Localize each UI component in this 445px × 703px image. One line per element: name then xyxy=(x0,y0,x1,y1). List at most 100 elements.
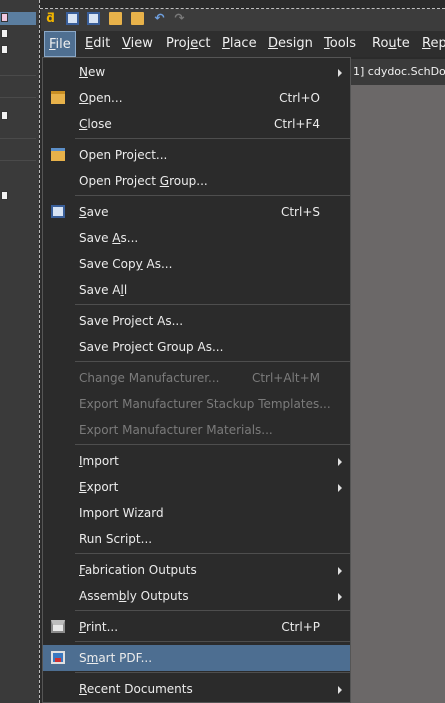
menu-item-print[interactable]: Print... Ctrl+P xyxy=(43,614,350,640)
menu-separator xyxy=(75,361,350,362)
menu-item-import[interactable]: Import xyxy=(43,448,350,474)
selection-outline-vertical xyxy=(39,0,41,703)
menu-design[interactable]: Design xyxy=(268,31,313,57)
menu-project[interactable]: Project xyxy=(166,31,211,57)
menu-tools[interactable]: Tools xyxy=(324,31,356,57)
menu-item-recent-documents[interactable]: Recent Documents xyxy=(43,676,350,702)
menu-item-change-manufacturer: Change Manufacturer... Ctrl+Alt+M xyxy=(43,365,350,391)
menu-item-new[interactable]: New xyxy=(43,59,350,85)
menu-item-label: Export Manufacturer Materials... xyxy=(79,423,273,437)
menu-item-export-manufacturer-materials: Export Manufacturer Materials... xyxy=(43,417,350,443)
menu-file[interactable]: File xyxy=(44,31,76,57)
shortcut-label: Ctrl+F4 xyxy=(274,117,320,131)
open-project-icon[interactable] xyxy=(131,12,144,25)
menu-item-label: Import xyxy=(79,454,119,468)
menu-separator xyxy=(75,304,350,305)
menu-item-label: Save Project Group As... xyxy=(79,340,224,354)
document-icon xyxy=(1,191,8,200)
panel-row[interactable] xyxy=(0,110,36,123)
redo-icon[interactable]: ↷ xyxy=(173,12,186,25)
menu-item-save-all[interactable]: Save All xyxy=(43,277,350,303)
menu-item-label: Open Project... xyxy=(79,148,168,162)
save-all-icon[interactable] xyxy=(87,12,100,25)
document-icon xyxy=(1,45,8,54)
menu-item-label: Close xyxy=(79,117,112,131)
document-icon xyxy=(1,111,8,120)
menu-item-label: Save All xyxy=(79,283,128,297)
panel-row[interactable] xyxy=(0,190,36,203)
projects-panel xyxy=(0,0,39,703)
menu-item-open-project[interactable]: Open Project... xyxy=(43,142,350,168)
smart-pdf-icon xyxy=(51,651,65,664)
menu-item-label: Save Project As... xyxy=(79,314,184,328)
menu-item-run-script[interactable]: Run Script... xyxy=(43,526,350,552)
shortcut-label: Ctrl+S xyxy=(280,205,320,219)
menu-rep[interactable]: Rep xyxy=(422,31,445,57)
menu-separator xyxy=(75,641,350,642)
panel-divider xyxy=(0,97,36,98)
logo-icon[interactable]: ƌ xyxy=(44,12,57,25)
menu-item-label: Run Script... xyxy=(79,532,153,546)
panel-row[interactable] xyxy=(0,28,36,41)
menu-item-export-manufacturer-stackup-templates: Export Manufacturer Stackup Templates... xyxy=(43,391,350,417)
save-icon[interactable] xyxy=(66,12,79,25)
save-icon xyxy=(51,205,65,218)
submenu-arrow-icon xyxy=(338,458,342,466)
submenu-arrow-icon xyxy=(338,567,342,575)
print-icon xyxy=(51,620,65,633)
menu-item-save-project-as[interactable]: Save Project As... xyxy=(43,308,350,334)
menu-separator xyxy=(75,672,350,673)
menu-item-export[interactable]: Export xyxy=(43,474,350,500)
menu-item-close[interactable]: Close Ctrl+F4 xyxy=(43,111,350,137)
menu-item-label: Fabrication Outputs xyxy=(79,563,197,577)
menu-separator xyxy=(75,610,350,611)
menu-item-label: Change Manufacturer... xyxy=(79,371,220,385)
submenu-arrow-icon xyxy=(338,484,342,492)
quick-access-toolbar: ƌ ↶ ↷ xyxy=(41,9,445,31)
menu-item-save-project-group-as[interactable]: Save Project Group As... xyxy=(43,334,350,360)
menu-bar: File Edit View Project Place Design Tools Route… xyxy=(41,31,445,57)
menu-item-import-wizard[interactable]: Import Wizard xyxy=(43,500,350,526)
menu-item-label: Recent Documents xyxy=(79,682,193,696)
menu-item-smart-pdf[interactable]: Smart PDF... xyxy=(43,645,350,671)
document-tab[interactable]: 1] cdydoc.SchDoc xyxy=(351,59,445,85)
menu-item-save-as[interactable]: Save As... xyxy=(43,225,350,251)
menu-item-label: Assembly Outputs xyxy=(79,589,189,603)
menu-edit[interactable]: Edit xyxy=(85,31,110,57)
shortcut-label: Ctrl+P xyxy=(281,620,320,634)
document-icon xyxy=(1,29,8,38)
menu-place[interactable]: Place xyxy=(222,31,257,57)
undo-icon[interactable]: ↶ xyxy=(153,12,166,25)
menu-item-label: Export Manufacturer Stackup Templates... xyxy=(79,397,331,411)
menu-item-label: Open... xyxy=(79,91,123,105)
menu-route[interactable]: Route xyxy=(372,31,410,57)
file-menu-dropdown: New Open... Ctrl+O Close Ctrl+F4 Open Project… xyxy=(42,57,351,703)
open-folder-icon[interactable] xyxy=(109,12,122,25)
panel-row[interactable] xyxy=(0,44,36,57)
menu-item-label: Import Wizard xyxy=(79,506,164,520)
menu-separator xyxy=(75,553,350,554)
shortcut-label: Ctrl+Alt+M xyxy=(251,371,320,385)
submenu-arrow-icon xyxy=(338,69,342,77)
schematic-canvas[interactable] xyxy=(351,85,445,703)
panel-row-selected[interactable] xyxy=(0,12,36,25)
submenu-arrow-icon xyxy=(338,593,342,601)
panel-divider xyxy=(0,75,36,76)
shortcut-label: Ctrl+O xyxy=(279,91,320,105)
menu-item-fabrication-outputs[interactable]: Fabrication Outputs xyxy=(43,557,350,583)
menu-item-label: Save As... xyxy=(79,231,139,245)
menu-item-save[interactable]: Save Ctrl+S xyxy=(43,199,350,225)
menu-item-open-project-group[interactable]: Open Project Group... xyxy=(43,168,350,194)
menu-item-label: New xyxy=(79,65,106,79)
menu-separator xyxy=(75,195,350,196)
menu-separator xyxy=(75,444,350,445)
menu-view[interactable]: View xyxy=(122,31,153,57)
menu-separator xyxy=(75,138,350,139)
panel-divider xyxy=(0,138,36,139)
menu-item-open[interactable]: Open... Ctrl+O xyxy=(43,85,350,111)
menu-item-assembly-outputs[interactable]: Assembly Outputs xyxy=(43,583,350,609)
menu-item-label: Smart PDF... xyxy=(79,651,153,665)
open-folder-icon xyxy=(51,91,65,104)
menu-item-save-copy-as[interactable]: Save Copy As... xyxy=(43,251,350,277)
menu-item-label: Print... xyxy=(79,620,119,634)
